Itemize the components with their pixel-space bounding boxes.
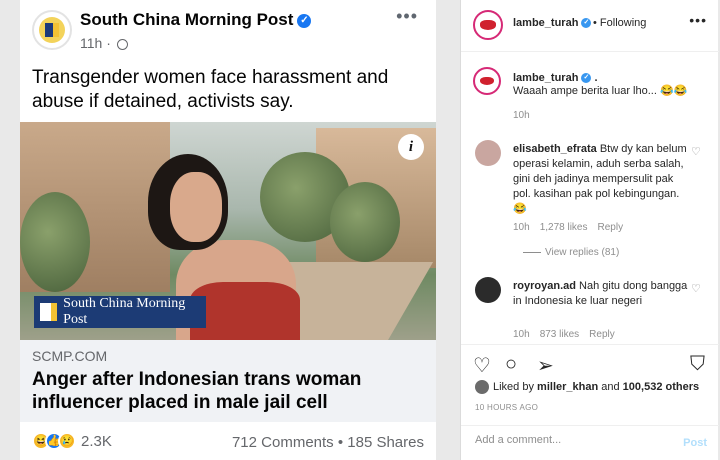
tree (20, 192, 90, 292)
sad-reaction-icon: 😢 (58, 432, 76, 450)
caption-meta: 10h (513, 110, 540, 121)
screenshot-composite: South China Morning Post ✓ 11h · ••• Tran… (0, 0, 720, 460)
link-preview-image[interactable]: i South China Morning Post (20, 122, 436, 340)
reply-button[interactable]: Reply (589, 329, 615, 340)
comment-likes[interactable]: 873 likes (540, 329, 579, 340)
reactions-summary[interactable]: 😆 👍 😢 2.3K (32, 432, 112, 450)
ig-header-username[interactable]: lambe_turah ✓ (513, 17, 592, 29)
comments-shares-count[interactable]: 712 Comments • 185 Shares (232, 434, 424, 451)
caption-dot: . (594, 72, 598, 84)
scmp-image-badge: South China Morning Post (34, 296, 206, 328)
instagram-panel: lambe_turah ✓ • Following ••• lambe_tura… (460, 0, 719, 460)
liked-by-count[interactable]: 100,532 others (623, 381, 699, 393)
view-replies-button[interactable]: View replies (81) (545, 247, 619, 258)
caption-time[interactable]: 10h (513, 110, 530, 121)
caption-username[interactable]: lambe_turah ✓ . (513, 72, 598, 84)
comments-list: lambe_turah ✓ . Waaah ampe berita luar l… (461, 53, 719, 343)
badge-text: South China Morning Post (63, 296, 186, 327)
share-paper-plane-icon[interactable]: ➢ (537, 353, 554, 378)
comment-username[interactable]: royroyan.ad (513, 280, 576, 292)
comment-meta: 10h 873 likes Reply (513, 329, 625, 340)
verified-badge-icon: ✓ (297, 13, 312, 28)
following-status[interactable]: • Following (593, 17, 646, 29)
liker-avatar (475, 380, 489, 394)
post-footer: 😆 👍 😢 2.3K 712 Comments • 185 Shares (20, 428, 436, 458)
reply-button[interactable]: Reply (598, 222, 624, 233)
page-name-text[interactable]: South China Morning Post (80, 10, 293, 29)
caption-text: Waaah ampe berita luar lho... 😂😂 (513, 85, 688, 97)
commenter-avatar[interactable] (475, 140, 501, 166)
caption-avatar[interactable] (473, 67, 501, 95)
lips-logo-icon (479, 76, 495, 86)
comment-input[interactable] (475, 434, 665, 446)
page-name[interactable]: South China Morning Post ✓ (80, 10, 312, 30)
link-headline: Anger after Indonesian trans woman influ… (32, 369, 362, 413)
lips-logo-icon (480, 20, 496, 30)
tree (330, 182, 400, 262)
page-avatar[interactable] (32, 10, 72, 50)
post-caption: Transgender women face harassment and ab… (32, 67, 389, 112)
comment-bubble-icon[interactable]: ○ (505, 353, 517, 376)
reaction-count: 2.3K (81, 432, 112, 450)
like-heart-icon[interactable]: ♡ (473, 353, 491, 378)
post-time[interactable]: 11h · (80, 35, 111, 51)
comment-body: elisabeth_efrata Btw dy kan belum operas… (513, 142, 693, 217)
comment-likes[interactable]: 1,278 likes (540, 222, 588, 233)
ig-header: lambe_turah ✓ • Following ••• (461, 0, 719, 52)
post-timestamp: 10 HOURS AGO (475, 403, 539, 412)
comment-body: royroyan.ad Nah gitu dong bangga in Indo… (513, 279, 693, 309)
more-options-icon[interactable]: ••• (396, 6, 418, 27)
post-actions: ♡ ○ ➢ ⛉ (461, 344, 719, 384)
facebook-post: South China Morning Post ✓ 11h · ••• Tran… (20, 0, 436, 460)
person-face (170, 172, 222, 242)
person-top (190, 282, 300, 340)
post-header: South China Morning Post ✓ 11h · ••• (20, 0, 436, 60)
replies-divider (523, 252, 541, 253)
username-text[interactable]: lambe_turah (513, 17, 578, 29)
link-domain: SCMP.COM (32, 348, 108, 364)
scmp-logo (39, 17, 65, 43)
comment-time[interactable]: 10h (513, 222, 530, 233)
comment-meta: 10h 1,278 likes Reply (513, 222, 633, 233)
liked-by-prefix: Liked by (493, 380, 534, 393)
info-icon[interactable]: i (398, 134, 424, 160)
comment-username[interactable]: elisabeth_efrata (513, 143, 597, 155)
post-comment-button[interactable]: Post (683, 437, 707, 449)
verified-badge-icon: ✓ (581, 73, 592, 84)
add-comment-bar: Post (461, 425, 719, 460)
more-options-icon[interactable]: ••• (689, 12, 707, 28)
public-globe-icon (116, 38, 128, 50)
verified-badge-icon: ✓ (581, 18, 592, 29)
commenter-avatar[interactable] (475, 277, 501, 303)
scmp-badge-logo (40, 303, 58, 321)
liked-by-user[interactable]: miller_khan (537, 381, 598, 393)
like-comment-heart-icon[interactable]: ♡ (691, 282, 701, 295)
liked-by[interactable]: Liked by miller_khan and 100,532 others (475, 380, 699, 394)
liked-by-and: and (601, 380, 620, 393)
caption-username-text[interactable]: lambe_turah (513, 72, 578, 84)
like-comment-heart-icon[interactable]: ♡ (691, 145, 701, 158)
save-bookmark-icon[interactable]: ⛉ (690, 353, 705, 376)
ig-avatar[interactable] (473, 10, 503, 40)
post-meta: 11h · (80, 35, 128, 51)
link-preview[interactable]: SCMP.COM Anger after Indonesian trans wo… (20, 340, 436, 422)
comment-time[interactable]: 10h (513, 329, 530, 340)
